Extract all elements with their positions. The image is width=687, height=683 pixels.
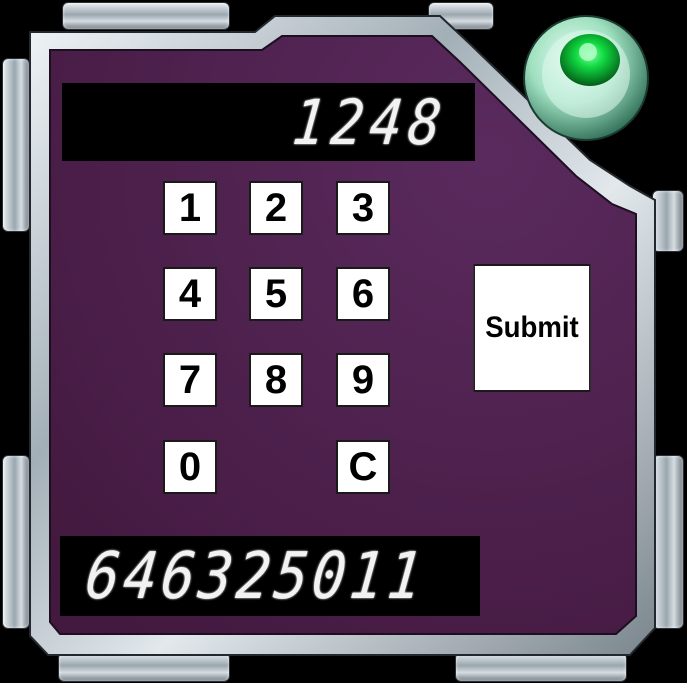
key-9[interactable]: 9 bbox=[336, 353, 390, 407]
key-7[interactable]: 7 bbox=[163, 353, 217, 407]
green-status-light-icon bbox=[523, 15, 649, 141]
code-entry-display: 1248 bbox=[62, 83, 475, 161]
code-entry-value: 1248 bbox=[289, 85, 451, 159]
submit-button-label: Submit bbox=[485, 311, 579, 344]
key-8[interactable]: 8 bbox=[249, 353, 303, 407]
key-1[interactable]: 1 bbox=[163, 181, 217, 235]
code-output-display: 646325011 bbox=[60, 536, 480, 616]
submit-button[interactable]: Submit bbox=[473, 264, 591, 392]
key-4[interactable]: 4 bbox=[163, 267, 217, 321]
key-5[interactable]: 5 bbox=[249, 267, 303, 321]
key-6[interactable]: 6 bbox=[336, 267, 390, 321]
key-3[interactable]: 3 bbox=[336, 181, 390, 235]
code-output-value: 646325011 bbox=[82, 538, 430, 614]
key-0[interactable]: 0 bbox=[163, 440, 217, 494]
key-2[interactable]: 2 bbox=[249, 181, 303, 235]
key-clear[interactable]: C bbox=[336, 440, 390, 494]
keypad-device: 1248 1 2 3 4 5 6 7 8 9 0 C Submit 646325… bbox=[0, 0, 687, 683]
